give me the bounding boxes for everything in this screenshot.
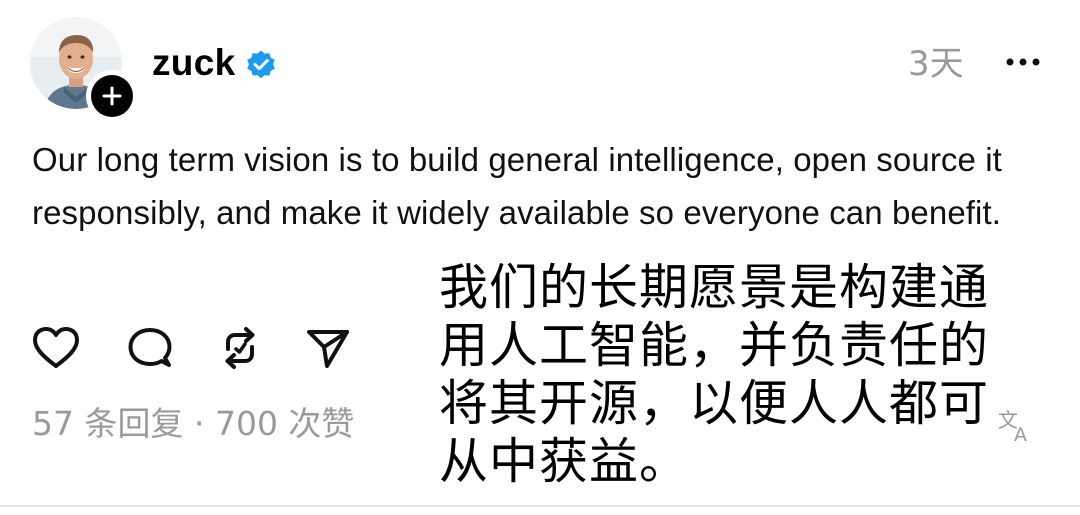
- username[interactable]: zuck: [152, 40, 235, 86]
- plus-icon: [102, 86, 122, 106]
- post-stats[interactable]: 57 条回复 · 700 次赞: [32, 402, 354, 446]
- verified-badge-icon: [247, 50, 275, 79]
- divider: [0, 505, 1080, 507]
- repost-icon[interactable]: [214, 322, 266, 374]
- svg-text:A: A: [1014, 424, 1027, 445]
- heart-icon[interactable]: [30, 322, 82, 374]
- follow-button-circle: [91, 75, 133, 117]
- translate-icon[interactable]: 文 A: [996, 405, 1036, 445]
- comment-icon[interactable]: [124, 322, 176, 374]
- more-icon[interactable]: [1003, 52, 1043, 72]
- post-text: Our long term vision is to build general…: [32, 141, 1002, 231]
- avatar-container[interactable]: [30, 17, 138, 122]
- follow-button[interactable]: [86, 70, 138, 122]
- post-timestamp: 3天: [908, 44, 964, 84]
- translation-text: 我们的长期愿景是构建通用人工智能，并负责任的将其开源，以便人人都可从中获益。: [437, 259, 999, 491]
- send-icon[interactable]: [302, 322, 354, 374]
